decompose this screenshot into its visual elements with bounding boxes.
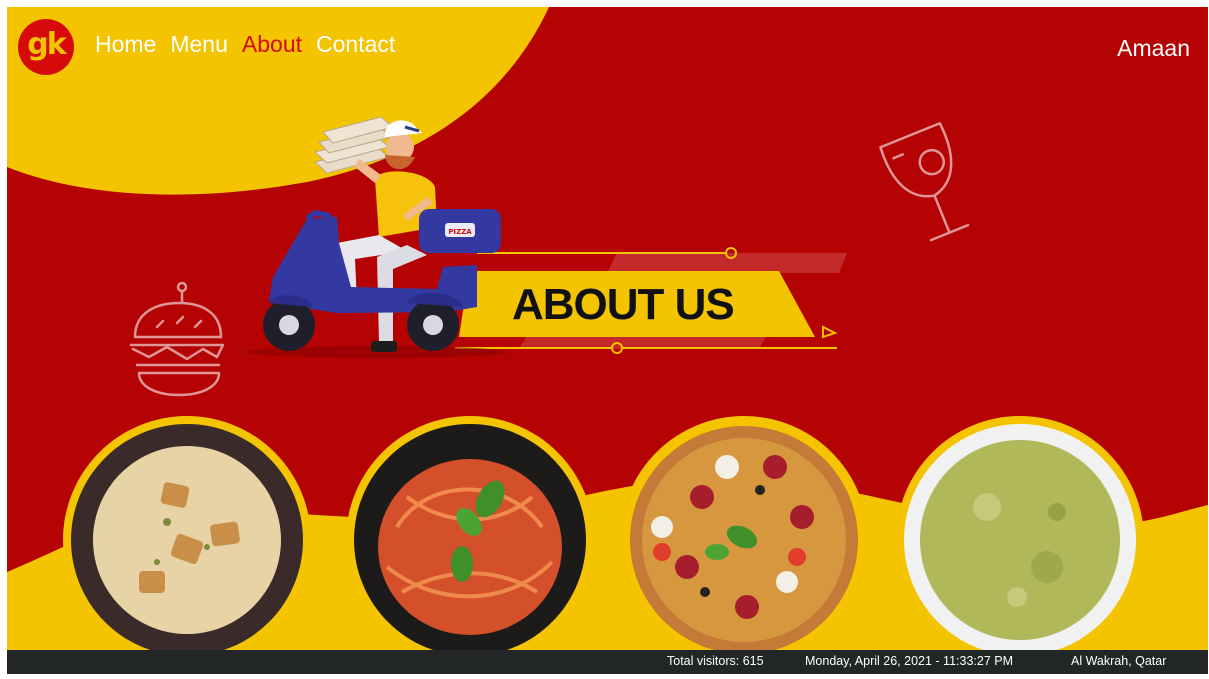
dish-spaghetti [346, 416, 594, 650]
visitor-count: Total visitors: 615 [667, 654, 764, 668]
logo-text: gk [27, 27, 66, 62]
footer: Total visitors: 615 Monday, April 26, 20… [7, 650, 1208, 674]
dish-cream-soup [63, 416, 311, 650]
nav-menu[interactable]: Menu [170, 33, 228, 56]
burger-icon [129, 281, 225, 397]
current-datetime: Monday, April 26, 2021 - 11:33:27 PM [805, 654, 1013, 668]
logo[interactable]: gk [18, 19, 74, 75]
user-name[interactable]: Amaan [1117, 37, 1190, 60]
nav-contact[interactable]: Contact [316, 33, 395, 56]
user-location: Al Wakrah, Qatar [1071, 654, 1167, 668]
dish-pizza [620, 416, 868, 650]
page: PIZZA gk Home Menu About Contact Amaan A… [0, 0, 1209, 679]
wine-glass-icon [879, 122, 970, 242]
hero-section: PIZZA gk Home Menu About Contact Amaan A… [7, 7, 1208, 650]
pizza-box-label: PIZZA [448, 228, 472, 236]
nav-about[interactable]: About [242, 33, 302, 56]
nav-home[interactable]: Home [95, 33, 156, 56]
dish-green-soup [896, 416, 1144, 650]
main-nav: Home Menu About Contact [95, 33, 409, 56]
about-title: ABOUT US [512, 280, 735, 329]
